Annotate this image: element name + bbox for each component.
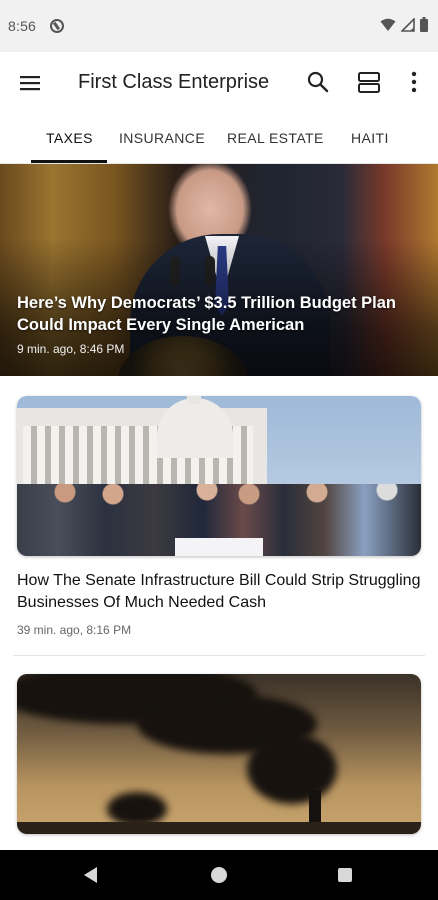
horizon (17, 822, 421, 834)
status-bar: 8:56 (0, 0, 438, 52)
hero-meta: 9 min. ago, 8:46 PM (17, 342, 125, 356)
capitol-dome-top (187, 396, 201, 404)
more-vert-icon[interactable] (404, 70, 424, 94)
tab-taxes[interactable]: TAXES (46, 130, 93, 146)
app-bar: First Class Enterprise (0, 52, 438, 114)
battery-icon (420, 17, 428, 32)
hero-article[interactable]: Here’s Why Democrats’ $3.5 Trillion Budg… (0, 164, 438, 376)
article-image (17, 396, 421, 556)
tab-real-estate[interactable]: REAL ESTATE (227, 130, 324, 146)
hero-title: Here’s Why Democrats’ $3.5 Trillion Budg… (17, 294, 397, 334)
signal-icon (401, 17, 415, 32)
tab-insurance[interactable]: INSURANCE (119, 130, 205, 146)
app-notification-icon (50, 19, 64, 33)
tab-haiti[interactable]: HAITI (351, 130, 389, 146)
home-icon[interactable] (211, 867, 227, 883)
tab-bar: TAXES INSURANCE REAL ESTATE HAITI (0, 114, 438, 164)
menu-icon[interactable] (20, 72, 42, 94)
status-time: 8:56 (8, 18, 37, 34)
layout-toggle-icon[interactable] (357, 70, 381, 94)
system-nav-bar (0, 850, 438, 900)
article-card[interactable] (17, 674, 421, 834)
podium (175, 538, 263, 556)
article-image (17, 674, 421, 834)
divider (13, 655, 425, 656)
back-icon[interactable] (84, 867, 97, 883)
smoke-cloud (247, 734, 337, 804)
smoke-cloud (107, 792, 167, 826)
wifi-icon (380, 18, 396, 31)
page-title: First Class Enterprise (78, 71, 270, 93)
article-meta: 39 min. ago, 8:16 PM (17, 623, 132, 637)
status-icons (380, 17, 428, 32)
hero-text: Here’s Why Democrats’ $3.5 Trillion Budg… (17, 292, 427, 356)
recents-icon[interactable] (338, 868, 352, 882)
tab-indicator (31, 160, 107, 163)
article-card[interactable]: How The Senate Infrastructure Bill Could… (17, 396, 421, 637)
search-icon[interactable] (306, 70, 330, 94)
article-title: How The Senate Infrastructure Bill Could… (17, 572, 421, 611)
